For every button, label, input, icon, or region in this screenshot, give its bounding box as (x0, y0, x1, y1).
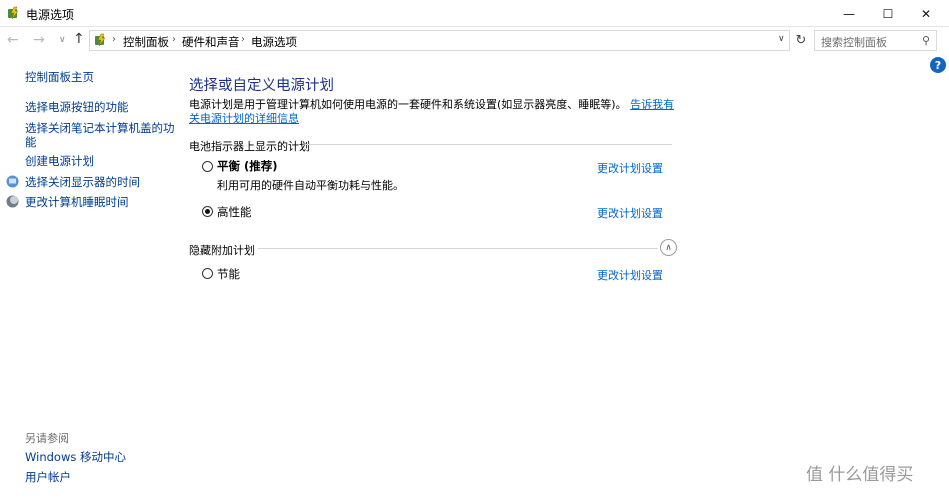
close-icon: ✕ (920, 6, 932, 21)
change-plan-settings-balanced[interactable]: 更改计划设置 (597, 160, 663, 176)
change-plan-settings-high-performance[interactable]: 更改计划设置 (597, 205, 663, 221)
sidebar-item-display-off[interactable]: 选择关闭显示器的时间 (25, 175, 140, 189)
plan-name-balanced[interactable]: 平衡 (推荐) (217, 158, 278, 174)
power-options-icon (8, 6, 19, 20)
plan-name-high-performance[interactable]: 高性能 (217, 204, 252, 220)
breadcrumb-control-panel[interactable]: 控制面板 (123, 34, 169, 50)
window-title: 电源选项 (26, 8, 75, 22)
search-icon[interactable]: ⚲ (922, 34, 930, 47)
close-button[interactable]: ✕ (903, 0, 949, 27)
plan-radio-balanced[interactable] (202, 161, 213, 172)
address-bar[interactable]: › 控制面板 › 硬件和声音 › 电源选项 ∨ (89, 30, 790, 51)
up-arrow-icon[interactable]: ↑ (73, 31, 85, 47)
moon-icon (6, 195, 19, 208)
battery-group-title: 电池指示器上显示的计划 (189, 140, 310, 153)
watermark: 值 什么值得买 (806, 465, 914, 485)
help-icon[interactable]: ? (930, 57, 946, 73)
title-bar: 电源选项 — ☐ ✕ (0, 0, 949, 27)
sidebar-item-lid-close-cont[interactable]: 能 (25, 135, 37, 149)
description-text: 电源计划是用于管理计算机如何使用电源的一套硬件和系统设置(如显示器亮度、睡眠等)… (189, 98, 627, 111)
plan-radio-power-saver[interactable] (202, 268, 213, 279)
navigation-bar: ← → ∨ ↑ › 控制面板 › 硬件和声音 › 电源选项 ∨ ↻ 搜索控制面板… (0, 27, 949, 53)
address-dropdown-icon[interactable]: ∨ (778, 34, 785, 44)
forward-arrow-icon[interactable]: → (33, 32, 45, 48)
page-title: 选择或自定义电源计划 (189, 78, 334, 94)
refresh-icon[interactable]: ↻ (792, 30, 810, 51)
sidebar-home-link[interactable]: 控制面板主页 (25, 70, 94, 84)
minimize-icon: — (843, 6, 855, 21)
divider (306, 144, 672, 145)
back-arrow-icon[interactable]: ← (7, 32, 19, 48)
breadcrumb-separator-icon: › (172, 34, 176, 45)
page-description: 电源计划是用于管理计算机如何使用电源的一套硬件和系统设置(如显示器亮度、睡眠等)… (189, 98, 679, 126)
see-also-user-accounts[interactable]: 用户帐户 (25, 470, 71, 484)
sidebar-item-power-button[interactable]: 选择电源按钮的功能 (25, 100, 129, 114)
breadcrumb-separator-icon: › (241, 34, 245, 45)
search-input[interactable]: 搜索控制面板 (821, 34, 887, 50)
plan-name-power-saver[interactable]: 节能 (217, 266, 240, 282)
sidebar-item-sleep[interactable]: 更改计算机睡眠时间 (25, 195, 129, 209)
see-also-title: 另请参阅 (25, 432, 69, 445)
maximize-icon: ☐ (882, 6, 894, 21)
hidden-group-title: 隐藏附加计划 (189, 244, 255, 257)
plan-desc-balanced: 利用可用的硬件自动平衡功耗与性能。 (217, 179, 404, 192)
collapse-chevron-icon[interactable]: ∧ (660, 239, 677, 256)
monitor-icon (6, 175, 19, 188)
power-options-icon (95, 33, 106, 47)
recent-locations-icon[interactable]: ∨ (59, 35, 66, 45)
plan-radio-high-performance[interactable] (202, 206, 213, 217)
search-box[interactable]: 搜索控制面板 ⚲ (814, 30, 937, 51)
change-plan-settings-power-saver[interactable]: 更改计划设置 (597, 267, 663, 283)
see-also-mobility-center[interactable]: Windows 移动中心 (25, 450, 126, 464)
divider (258, 248, 658, 249)
breadcrumb-hardware-sound[interactable]: 硬件和声音 (182, 34, 240, 50)
sidebar-item-lid-close[interactable]: 选择关闭笔记本计算机盖的功 (25, 121, 175, 135)
breadcrumb-power-options[interactable]: 电源选项 (251, 34, 297, 50)
sidebar-item-create-plan[interactable]: 创建电源计划 (25, 154, 94, 168)
breadcrumb-separator-icon: › (112, 34, 116, 45)
